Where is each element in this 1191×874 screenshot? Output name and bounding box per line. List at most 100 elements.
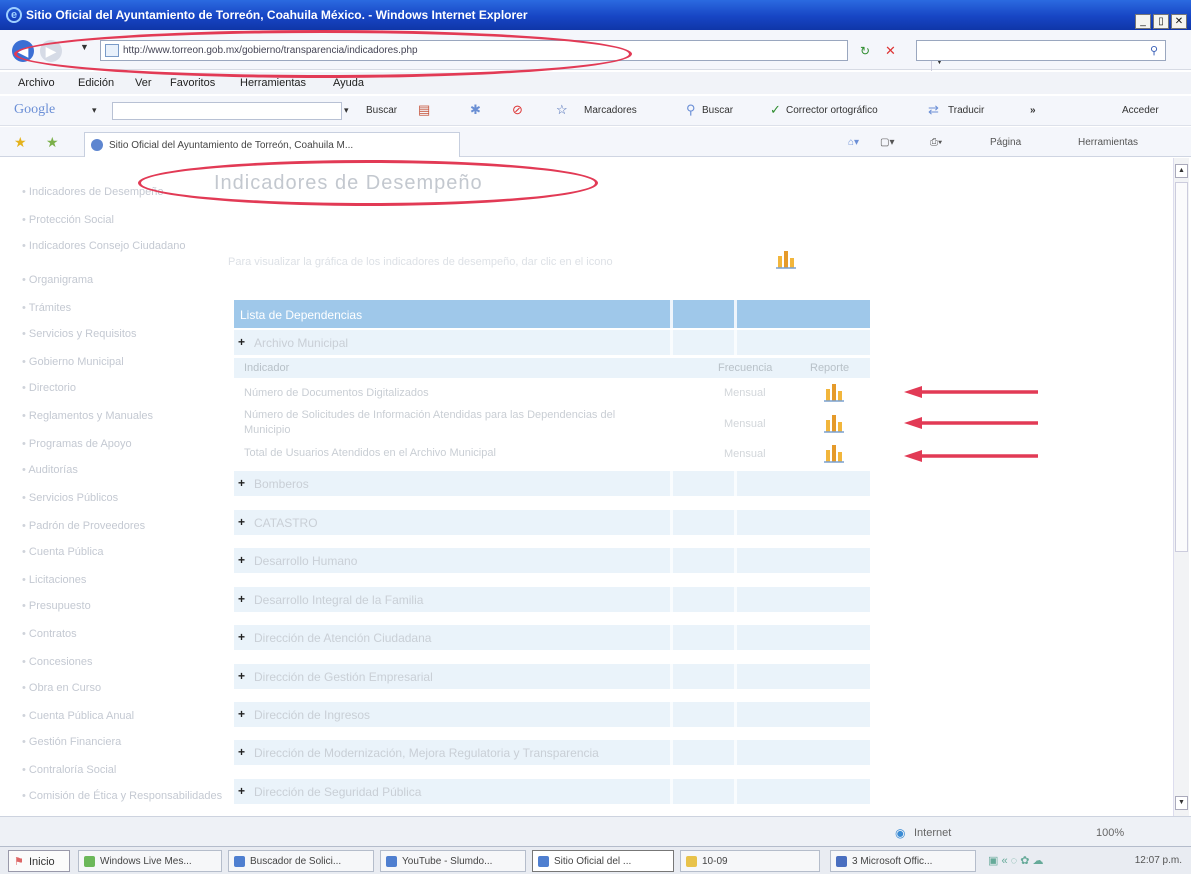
tray-icons[interactable]: ▣ « ◌ ✿ ☁ (988, 854, 1044, 867)
taskbar-button[interactable]: YouTube - Slumdo... (380, 850, 526, 872)
stop-icon[interactable]: ✕ (885, 43, 896, 59)
dependency-group[interactable]: + CATASTRO (234, 510, 870, 535)
dependency-group[interactable]: + Dirección de Gestión Empresarial (234, 664, 870, 689)
print-icon[interactable]: ⎙▾ (930, 137, 942, 148)
left-nav-item[interactable]: Directorio (22, 382, 76, 395)
indicator-name[interactable]: Número de Documentos Digitalizados (244, 386, 674, 401)
expand-plus-icon[interactable]: + (238, 630, 245, 644)
left-nav-item[interactable]: Trámites (22, 302, 71, 315)
popup-blocker-icon[interactable]: ⊘ (512, 102, 523, 118)
more-chevron-icon[interactable]: » (1030, 105, 1036, 116)
left-nav-item[interactable]: Licitaciones (22, 574, 86, 587)
left-nav-item[interactable]: Contratos (22, 628, 77, 641)
expand-plus-icon[interactable]: + (238, 553, 245, 567)
browser-tab[interactable]: Sitio Oficial del Ayuntamiento de Torreó… (84, 132, 460, 157)
left-nav-item[interactable]: Concesiones (22, 656, 93, 669)
left-nav-item[interactable]: Reglamentos y Manuales (22, 410, 153, 423)
left-nav-item[interactable]: Auditorías (22, 464, 78, 477)
dependency-group[interactable]: + Dirección de Modernización, Mejora Reg… (234, 740, 870, 765)
search-icon[interactable]: ⚲ (1150, 44, 1158, 57)
dependency-group[interactable]: + Dirección de Ingresos (234, 702, 870, 727)
left-nav-item[interactable]: Gobierno Municipal (22, 356, 124, 369)
tab-title[interactable]: Sitio Oficial del Ayuntamiento de Torreó… (109, 140, 353, 151)
corrector-button[interactable]: Corrector ortográfico (786, 105, 878, 116)
acceder-button[interactable]: Acceder (1122, 105, 1159, 116)
maximize-button[interactable]: ▯ (1153, 14, 1169, 29)
left-nav-item[interactable]: Contraloría Social (22, 764, 116, 777)
dependency-group[interactable]: + Dirección de Atención Ciudadana (234, 625, 870, 650)
traducir-button[interactable]: Traducir (948, 105, 984, 116)
menu-archivo[interactable]: Archivo (18, 77, 55, 89)
indicator-name[interactable]: Total de Usuarios Atendidos en el Archiv… (244, 446, 674, 461)
left-nav-item[interactable]: Cuenta Pública (22, 546, 104, 559)
menu-favoritos[interactable]: Favoritos (170, 77, 215, 89)
google-search-input[interactable] (112, 102, 342, 120)
dependency-group[interactable]: + Desarrollo Integral de la Familia (234, 587, 870, 612)
puzzle-icon[interactable]: ✱ (470, 102, 481, 118)
left-nav-item[interactable]: Comisión de Ética y Responsabilidades (22, 790, 222, 803)
dependency-name[interactable]: Dirección de Modernización, Mejora Regul… (254, 746, 599, 760)
expand-plus-icon[interactable]: + (238, 476, 245, 490)
dependency-name[interactable]: Dirección de Atención Ciudadana (254, 631, 431, 645)
scroll-thumb[interactable] (1175, 182, 1188, 552)
vertical-scrollbar[interactable]: ▲ ▼ (1173, 158, 1189, 816)
pagina-menu[interactable]: Página (990, 137, 1021, 148)
expand-plus-icon[interactable]: + (238, 745, 245, 759)
minimize-button[interactable]: _ (1135, 14, 1151, 29)
left-nav-item[interactable]: Cuenta Pública Anual (22, 710, 134, 723)
expand-plus-icon[interactable]: + (238, 784, 245, 798)
dependency-name[interactable]: Bomberos (254, 477, 309, 491)
expand-plus-icon[interactable]: + (238, 669, 245, 683)
report-chart-icon[interactable] (823, 442, 845, 464)
dependency-group[interactable]: + Dirección de Seguridad Pública (234, 779, 870, 804)
star-bookmark-icon[interactable]: ☆ (556, 102, 568, 118)
dependency-name[interactable]: Desarrollo Humano (254, 554, 357, 568)
google-search-dropdown-icon[interactable]: ▾ (344, 105, 349, 116)
scroll-up-arrow-icon[interactable]: ▲ (1175, 164, 1188, 178)
dependency-name[interactable]: CATASTRO (254, 516, 318, 530)
taskbar-button[interactable]: Buscador de Solici... (228, 850, 374, 872)
marcadores-button[interactable]: Marcadores (584, 105, 637, 116)
menu-ver[interactable]: Ver (135, 77, 152, 89)
expand-plus-icon[interactable]: + (238, 707, 245, 721)
left-nav-item[interactable]: Protección Social (22, 214, 114, 227)
left-nav-item[interactable]: Indicadores de Desempeño (22, 186, 164, 199)
taskbar-button[interactable]: 10-09 (680, 850, 820, 872)
scroll-down-arrow-icon[interactable]: ▼ (1175, 796, 1188, 810)
dependency-group[interactable]: + Desarrollo Humano (234, 548, 870, 573)
report-chart-icon[interactable] (823, 381, 845, 403)
dependency-name[interactable]: Desarrollo Integral de la Familia (254, 593, 423, 607)
left-nav-item[interactable]: Presupuesto (22, 600, 91, 613)
start-button[interactable]: ⚑ Inicio (8, 850, 70, 872)
left-nav-item[interactable]: Servicios y Requisitos (22, 328, 137, 341)
home-icon[interactable]: ⌂▾ (848, 137, 859, 148)
dependency-name[interactable]: Archivo Municipal (254, 336, 348, 350)
menu-ayuda[interactable]: Ayuda (333, 77, 364, 89)
left-nav-item[interactable]: Indicadores Consejo Ciudadano (22, 240, 186, 253)
dependency-group[interactable]: + Bomberos (234, 471, 870, 496)
left-nav-item[interactable]: Obra en Curso (22, 682, 101, 695)
add-favorites-icon[interactable]: ★ (46, 134, 59, 151)
buscar-button[interactable]: Buscar (702, 105, 733, 116)
report-chart-icon[interactable] (823, 412, 845, 434)
expand-plus-icon[interactable]: + (238, 335, 245, 349)
google-options-dropdown-icon[interactable]: ▾ (92, 105, 97, 116)
left-nav-item[interactable]: Organigrama (22, 274, 93, 287)
menu-herramientas[interactable]: Herramientas (240, 77, 306, 89)
left-nav-item[interactable]: Gestión Financiera (22, 736, 121, 749)
expand-plus-icon[interactable]: + (238, 515, 245, 529)
expand-plus-icon[interactable]: + (238, 592, 245, 606)
taskbar-button[interactable]: Windows Live Mes... (78, 850, 222, 872)
indicator-name[interactable]: Número de Solicitudes de Información Ate… (244, 408, 644, 438)
dependency-name[interactable]: Dirección de Seguridad Pública (254, 785, 421, 799)
taskbar-button-active[interactable]: Sitio Oficial del ... (532, 850, 674, 872)
close-button[interactable]: ✕ (1171, 14, 1187, 29)
left-nav-item[interactable]: Servicios Públicos (22, 492, 118, 505)
refresh-icon[interactable]: ↻ (860, 44, 870, 58)
search-input[interactable] (916, 40, 1166, 61)
taskbar-button[interactable]: 3 Microsoft Offic... (830, 850, 976, 872)
dependency-name[interactable]: Dirección de Ingresos (254, 708, 370, 722)
menu-edicion[interactable]: Edición (78, 77, 114, 89)
left-nav-item[interactable]: Programas de Apoyo (22, 438, 132, 451)
left-nav-item[interactable]: Padrón de Proveedores (22, 520, 145, 533)
